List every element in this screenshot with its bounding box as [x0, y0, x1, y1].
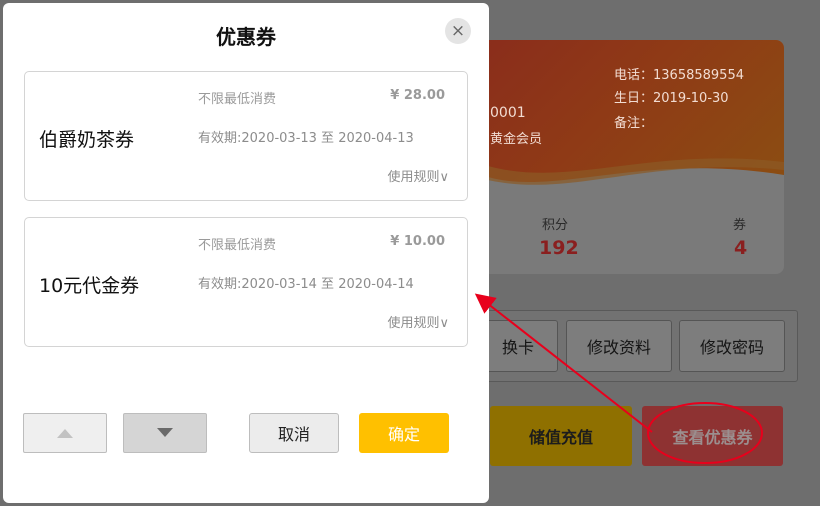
coupon-validity: 有效期:2020-03-13 至 2020-04-13	[198, 131, 414, 146]
banner-wave	[470, 158, 784, 210]
member-card-number: 0001	[490, 105, 526, 121]
member-birthday: 生日：2019-10-30	[614, 91, 729, 106]
chevron-down-icon	[157, 428, 173, 437]
change-card-button[interactable]: 换卡	[478, 320, 558, 372]
change-password-button[interactable]: 修改密码	[679, 320, 785, 372]
coupon-name: 伯爵奶茶券	[39, 129, 135, 151]
coupon-rules-toggle[interactable]: 使用规则∨	[387, 312, 449, 331]
points-label: 积分	[542, 218, 569, 233]
view-coupons-button[interactable]: 查看优惠券	[642, 406, 783, 466]
member-remark: 备注：	[614, 116, 654, 131]
coupon-card[interactable]: 伯爵奶茶券 不限最低消费 ¥ 28.00 有效期:2020-03-13 至 20…	[24, 71, 468, 201]
modal-title: 优惠券	[216, 25, 276, 49]
edit-profile-button[interactable]: 修改资料	[566, 320, 672, 372]
points-value: 192	[539, 237, 579, 259]
member-level: 黄金会员	[490, 132, 543, 147]
coupon-name: 10元代金券	[39, 275, 140, 297]
coupons-count: 4	[734, 237, 748, 259]
coupon-rules-toggle[interactable]: 使用规则∨	[387, 166, 449, 185]
coupon-modal: 优惠券 × 伯爵奶茶券 不限最低消费 ¥ 28.00 有效期:2020-03-1…	[3, 3, 489, 503]
coupons-label: 券	[733, 218, 747, 233]
cancel-button[interactable]: 取消	[249, 413, 339, 453]
coupon-min-spend: 不限最低消费	[198, 238, 277, 253]
next-page-button[interactable]	[123, 413, 207, 453]
coupon-amount: ¥ 28.00	[390, 88, 445, 103]
coupon-validity: 有效期:2020-03-14 至 2020-04-14	[198, 277, 414, 292]
coupon-amount: ¥ 10.00	[390, 234, 445, 249]
member-phone: 电话：13658589554	[614, 68, 744, 83]
confirm-button[interactable]: 确定	[359, 413, 449, 453]
coupon-min-spend: 不限最低消费	[198, 92, 277, 107]
close-icon[interactable]: ×	[445, 18, 471, 44]
chevron-up-icon	[57, 429, 73, 438]
recharge-button[interactable]: 储值充值	[490, 406, 632, 466]
previous-page-button[interactable]	[23, 413, 107, 453]
member-card: 电话：13658589554 生日：2019-10-30 备注： 0001 黄金…	[470, 40, 784, 274]
coupon-card[interactable]: 10元代金券 不限最低消费 ¥ 10.00 有效期:2020-03-14 至 2…	[24, 217, 468, 347]
